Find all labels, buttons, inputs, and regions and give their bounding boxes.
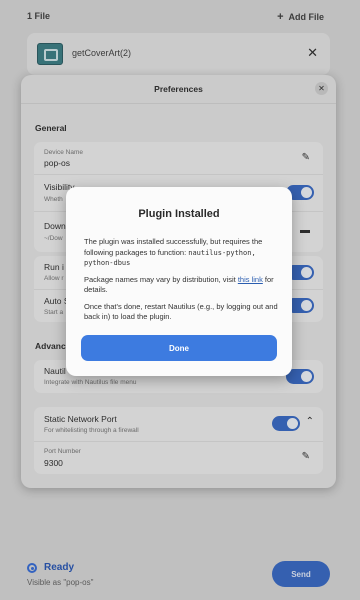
dialog-paragraph-3: Once that's done, restart Nautilus (e.g.… — [84, 301, 278, 322]
details-link[interactable]: this link — [238, 275, 263, 284]
plugin-installed-dialog: Plugin Installed The plugin was installe… — [66, 187, 292, 376]
dialog-text: Package names may vary by distribution, … — [84, 274, 238, 284]
dialog-body: The plugin was installed successfully, b… — [84, 237, 278, 329]
dialog-title: Plugin Installed — [138, 208, 220, 220]
dialog-paragraph-1: The plugin was installed successfully, b… — [84, 237, 278, 269]
dialog-paragraph-2: Package names may vary by distribution, … — [84, 275, 278, 296]
done-button[interactable]: Done — [81, 335, 277, 361]
